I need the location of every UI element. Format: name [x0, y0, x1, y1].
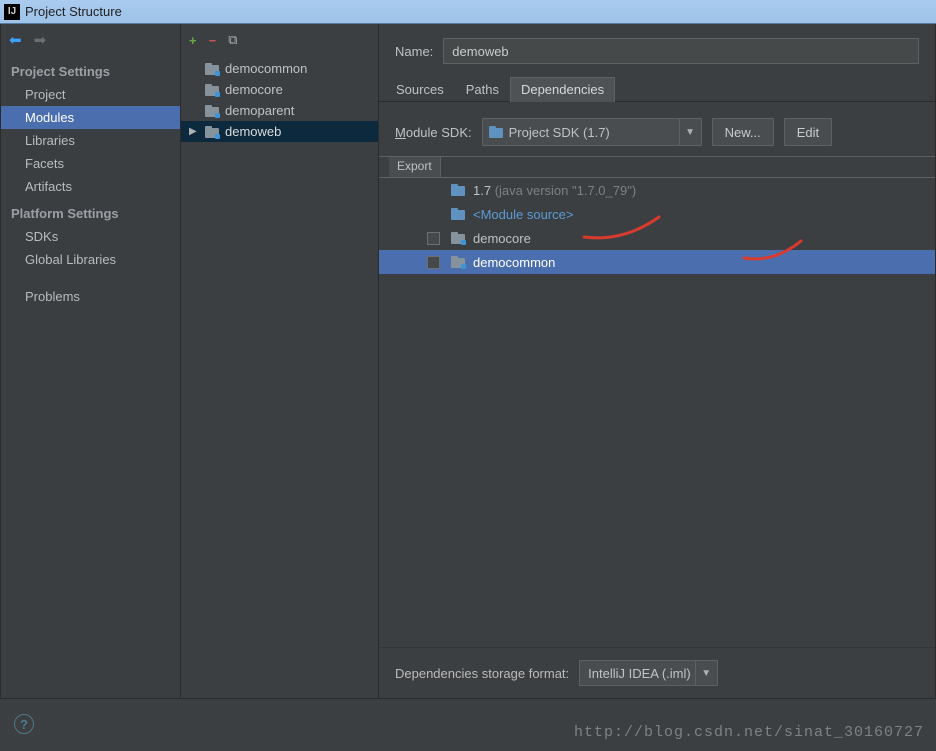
storage-label: Dependencies storage format: — [395, 666, 569, 681]
module-sdk-row: Module SDK: Project SDK (1.7) ▼ New... E… — [379, 102, 935, 156]
sidebar-item-facets[interactable]: Facets — [1, 152, 180, 175]
storage-row: Dependencies storage format: IntelliJ ID… — [379, 647, 935, 698]
sdk-icon — [451, 184, 465, 196]
remove-icon[interactable]: − — [209, 33, 217, 48]
dep-label: democore — [473, 231, 531, 246]
sidebar-toolbar: ⬅ ➡ — [1, 24, 180, 56]
tab-paths[interactable]: Paths — [455, 77, 510, 102]
sidebar-item-global-libraries[interactable]: Global Libraries — [1, 248, 180, 271]
module-label: democommon — [225, 61, 307, 76]
window-title: Project Structure — [25, 4, 122, 19]
sidebar-item-problems[interactable]: Problems — [1, 285, 180, 308]
module-icon — [205, 84, 219, 96]
content-panel: Name: Sources Paths Dependencies Module … — [379, 24, 935, 698]
module-icon — [451, 256, 465, 268]
name-input[interactable] — [443, 38, 919, 64]
export-checkbox[interactable] — [427, 232, 440, 245]
module-sdk-select[interactable]: Project SDK (1.7) ▼ — [482, 118, 702, 146]
expand-caret-icon: ▶ — [189, 126, 197, 137]
module-icon — [205, 126, 219, 138]
edit-sdk-button[interactable]: Edit — [784, 118, 832, 146]
storage-value: IntelliJ IDEA (.iml) — [588, 666, 691, 681]
export-header: Export — [379, 156, 935, 178]
sidebar-item-artifacts[interactable]: Artifacts — [1, 175, 180, 198]
modules-toolbar: + − ⧉ — [181, 24, 378, 56]
app-icon: IJ — [4, 4, 20, 20]
dep-row-module-source[interactable]: <Module source> — [379, 202, 935, 226]
module-label: demoweb — [225, 124, 281, 139]
sidebar-item-modules[interactable]: Modules — [1, 106, 180, 129]
module-icon — [451, 232, 465, 244]
modules-list: democommon democore demoparent ▶ demoweb — [181, 56, 378, 142]
module-icon — [205, 105, 219, 117]
dep-label: <Module source> — [473, 207, 573, 222]
dep-label: 1.7 (java version "1.7.0_79") — [473, 183, 636, 198]
storage-format-select[interactable]: IntelliJ IDEA (.iml) ▼ — [579, 660, 718, 686]
main-area: ⬅ ➡ Project Settings Project Modules Lib… — [0, 24, 936, 699]
dropdown-caret-icon: ▼ — [679, 119, 701, 145]
name-label: Name: — [395, 44, 433, 59]
name-row: Name: — [379, 24, 935, 74]
module-item[interactable]: democore — [181, 79, 378, 100]
dependencies-list: 1.7 (java version "1.7.0_79") <Module so… — [379, 178, 935, 647]
dep-row-sdk[interactable]: 1.7 (java version "1.7.0_79") — [379, 178, 935, 202]
tabs: Sources Paths Dependencies — [379, 74, 935, 102]
help-icon[interactable]: ? — [14, 714, 34, 734]
module-item[interactable]: democommon — [181, 58, 378, 79]
export-checkbox[interactable] — [427, 256, 440, 269]
dropdown-caret-icon: ▼ — [695, 661, 717, 685]
tab-dependencies[interactable]: Dependencies — [510, 77, 615, 102]
new-sdk-button[interactable]: New... — [712, 118, 774, 146]
dep-label: democommon — [473, 255, 555, 270]
export-label: Export — [389, 157, 441, 177]
module-item-selected[interactable]: ▶ demoweb — [181, 121, 378, 142]
dep-row-module-selected[interactable]: democommon — [379, 250, 935, 274]
module-sdk-value: Project SDK (1.7) — [509, 125, 610, 140]
module-sdk-label: Module SDK: — [395, 125, 472, 140]
copy-icon[interactable]: ⧉ — [228, 32, 237, 48]
section-project-settings: Project Settings — [1, 56, 180, 83]
tab-sources[interactable]: Sources — [385, 77, 455, 102]
module-item[interactable]: demoparent — [181, 100, 378, 121]
modules-column: + − ⧉ democommon democore demoparent ▶ d… — [181, 24, 379, 698]
dep-row-module[interactable]: democore — [379, 226, 935, 250]
module-label: demoparent — [225, 103, 294, 118]
section-platform-settings: Platform Settings — [1, 198, 180, 225]
folder-icon — [451, 208, 465, 220]
module-label: democore — [225, 82, 283, 97]
nav-forward-icon: ➡ — [34, 31, 47, 49]
nav-back-icon[interactable]: ⬅ — [9, 31, 22, 49]
add-icon[interactable]: + — [189, 33, 197, 48]
sidebar-item-project[interactable]: Project — [1, 83, 180, 106]
sidebar-item-sdks[interactable]: SDKs — [1, 225, 180, 248]
sdk-folder-icon — [489, 126, 503, 138]
module-icon — [205, 63, 219, 75]
sidebar: ⬅ ➡ Project Settings Project Modules Lib… — [1, 24, 181, 698]
titlebar: IJ Project Structure — [0, 0, 936, 24]
watermark-text: http://blog.csdn.net/sinat_30160727 — [574, 724, 924, 741]
sidebar-item-libraries[interactable]: Libraries — [1, 129, 180, 152]
footer: ? http://blog.csdn.net/sinat_30160727 — [0, 699, 936, 749]
